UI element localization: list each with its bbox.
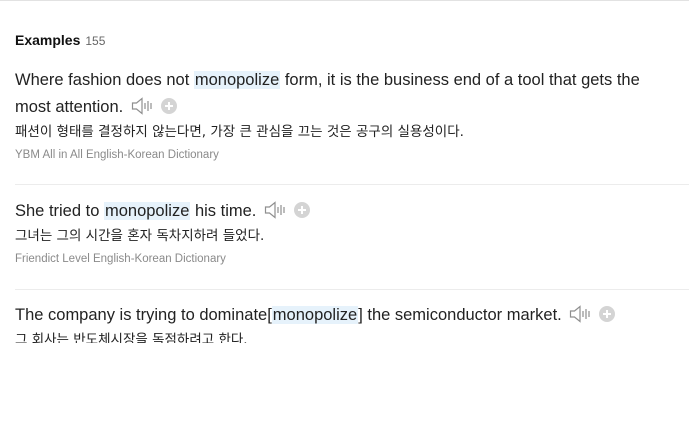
example-translation: 그 회사는 반도체시장을 독점하려고 한다. [15,332,248,343]
add-to-wordbook-button[interactable] [294,202,310,218]
sentence-text: She tried to [15,202,104,220]
example-item: She tried to monopolize his time. 그녀는 그의… [15,198,689,290]
examples-title: Examples [15,32,81,48]
example-sentence: The company is trying to dominate[monopo… [15,302,689,329]
example-source[interactable]: Friendict Level English-Korean Dictionar… [15,253,689,265]
sentence-text: The company is trying to dominate[ [15,306,272,324]
sentence-text: Where fashion does not [15,71,194,89]
examples-panel: Examples 155 Where fashion does not mono… [0,0,689,434]
example-sentence: Where fashion does not monopolize form, … [15,67,689,121]
sentence-text: ] the semiconductor market. [358,306,562,324]
example-item: Where fashion does not monopolize form, … [15,67,689,185]
example-translation: 그녀는 그의 시간을 혼자 독차지하려 들었다. [15,228,265,244]
example-translation: 패션이 형태를 결정하지 않는다면, 가장 큰 관심을 끄는 것은 공구의 실용… [15,124,464,140]
highlighted-word[interactable]: monopolize [103,202,191,220]
sentence-text: his time. [190,202,257,220]
examples-count: 155 [85,34,106,48]
speaker-icon[interactable] [264,201,288,219]
example-item: The company is trying to dominate[monopo… [15,302,689,362]
speaker-icon[interactable] [569,305,593,323]
add-to-wordbook-button[interactable] [599,306,616,322]
example-source[interactable]: YBM All in All English-Korean Dictionary [15,149,689,161]
highlighted-word[interactable]: monopolize [193,71,281,89]
example-sentence: She tried to monopolize his time. [15,198,689,225]
highlighted-word[interactable]: monopolize [271,306,359,324]
examples-header: Examples 155 [15,32,105,48]
speaker-icon[interactable] [131,97,155,115]
add-to-wordbook-button[interactable] [160,98,177,114]
